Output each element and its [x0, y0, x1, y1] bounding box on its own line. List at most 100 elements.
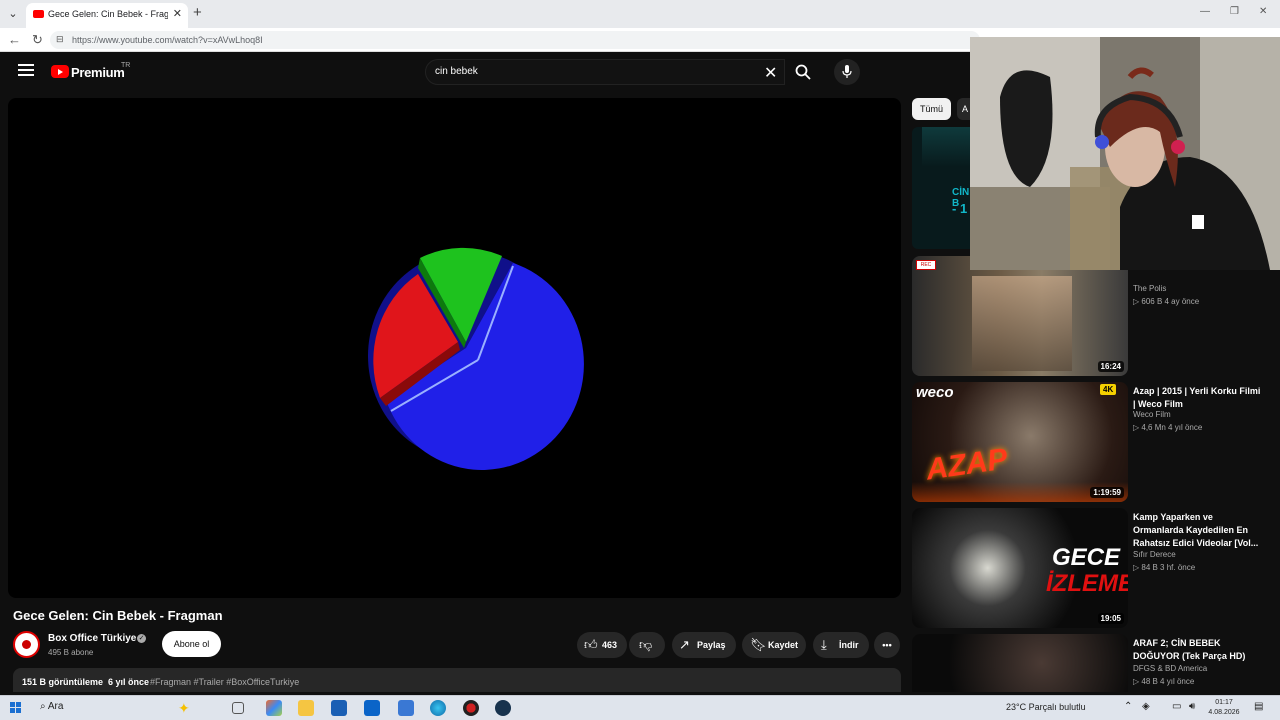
description-box[interactable]: 151 B görüntüleme 6 yıl önce #Fragman #T… — [13, 668, 901, 692]
like-button[interactable]: 👍︎ 463 — [577, 632, 627, 658]
youtube-logo-icon[interactable] — [51, 65, 69, 78]
search-input[interactable]: cin bebek ✕ — [425, 59, 785, 85]
download-button[interactable]: ⤓ İndir — [813, 632, 869, 658]
video-title: Gece Gelen: Cin Bebek - Fragman — [13, 608, 223, 623]
pie-chart-graphic — [368, 247, 584, 470]
chip-all[interactable]: Tümü — [912, 98, 951, 120]
recommendation-channel[interactable]: The Polis — [1133, 284, 1166, 293]
maximize-icon[interactable]: ❐ — [1230, 6, 1239, 17]
recommendation-channel[interactable]: Sıfır Derece — [1133, 550, 1176, 559]
recommendation-title[interactable]: Kamp Yaparken ve Ormanlarda Kaydedilen E… — [1133, 511, 1263, 550]
youtube-header: Premium TR cin bebek ✕ — [0, 52, 970, 94]
clear-search-icon[interactable]: ✕ — [764, 63, 777, 83]
share-arrow-icon: ↗ — [679, 637, 690, 652]
task-view-icon[interactable] — [232, 702, 244, 714]
tab-close-icon[interactable]: ✕ — [173, 7, 182, 20]
thumb-text: AZAP — [924, 442, 1010, 487]
copilot-sparkle-icon[interactable]: ✦ — [178, 700, 194, 716]
microphone-icon[interactable] — [834, 59, 860, 85]
video-duration: 1:19:59 — [1090, 487, 1124, 498]
recommendation-title[interactable]: ARAF 2; CİN BEBEK DOĞUYOR (Tek Parça HD) — [1133, 637, 1263, 663]
network-icon[interactable]: ▭ — [1172, 701, 1181, 712]
more-options-icon[interactable]: ••• — [874, 632, 900, 658]
subscribe-button[interactable]: Abone ol — [162, 631, 221, 657]
tab-list-chevron-icon[interactable]: ⌄ — [4, 5, 22, 23]
notification-icon[interactable]: ▤ — [1254, 701, 1263, 712]
recommendation-item[interactable]: GECE İZLEME 19:05 Kamp Yaparken ve Orman… — [912, 508, 1280, 628]
tab-title: Gece Gelen: Cin Bebek - Fragman — [48, 9, 168, 19]
subscriber-count: 495 B abone — [48, 648, 94, 657]
copilot-icon[interactable] — [266, 700, 282, 716]
video-duration: 19:05 — [1097, 613, 1124, 624]
logo-text[interactable]: Premium — [71, 65, 125, 80]
taskbar-search-label: Ara — [47, 701, 64, 712]
recommendation-thumbnail[interactable]: REC 16:24 — [912, 256, 1128, 376]
browser-tab[interactable]: Gece Gelen: Cin Bebek - Fragman ✕ — [26, 3, 188, 28]
thumb-brand: weco — [916, 384, 954, 401]
windows-taskbar: ⌕ Ara ✦ 23°C Parçalı bulutlu ⌃ ◈ ▭ 🔊︎ 01… — [0, 695, 1280, 720]
recommendation-thumbnail[interactable]: weco 4K AZAP 1:19:59 — [912, 382, 1128, 502]
thumb-text-2: İZLEME — [1046, 570, 1128, 597]
recommendation-meta: ▷ 48 B 4 yıl önce — [1133, 677, 1195, 686]
window-close-icon[interactable]: ✕ — [1259, 6, 1267, 17]
recommendation-thumbnail[interactable] — [912, 634, 1128, 692]
recommendation-item[interactable]: weco 4K AZAP 1:19:59 Azap | 2015 | Yerli… — [912, 382, 1280, 502]
recommendation-title[interactable]: Azap | 2015 | Yerli Korku Filmi | Weco F… — [1133, 385, 1263, 411]
share-button[interactable]: ↗ Paylaş — [672, 632, 736, 658]
recommendation-meta: ▷ 84 B 3 hf. önce — [1133, 563, 1196, 572]
recommendation-channel[interactable]: DFGS & BD America — [1133, 664, 1207, 673]
clock-date: 4.08.2026 — [1208, 709, 1240, 716]
app-icon[interactable] — [398, 700, 414, 716]
minimize-icon[interactable]: — — [1200, 6, 1210, 17]
taskbar-clock[interactable]: 01:17 4.08.2026 — [1206, 698, 1242, 718]
channel-avatar[interactable] — [13, 631, 40, 658]
weather-widget[interactable]: 23°C Parçalı bulutlu — [1006, 702, 1086, 712]
dislike-button[interactable]: 👎︎ — [629, 632, 665, 658]
like-count: 463 — [602, 640, 618, 650]
4k-badge: 4K — [1100, 384, 1117, 395]
plus-icon[interactable]: + — [193, 4, 202, 21]
hashtags[interactable]: #Fragman #Trailer #BoxOfficeTurkiye — [150, 677, 299, 687]
youtube-favicon-icon — [33, 10, 44, 18]
chrome-icon[interactable] — [463, 700, 479, 716]
recommendation-item[interactable]: ARAF 2; CİN BEBEK DOĞUYOR (Tek Parça HD)… — [912, 634, 1280, 692]
browser-tab-bar: ⌄ Gece Gelen: Cin Bebek - Fragman ✕ + — … — [0, 0, 1280, 28]
recommendation-meta: ▷ 606 B 4 ay önce — [1133, 297, 1200, 306]
save-button[interactable]: 🔖︎ Kaydet — [742, 632, 806, 658]
search-value: cin bebek — [435, 66, 478, 77]
recommendation-item[interactable]: REC 16:24 Bir Ritüelle Karşılaşıyor The … — [912, 256, 1280, 376]
tray-app-icon[interactable]: ◈ — [1142, 701, 1150, 712]
outlook-icon[interactable] — [364, 700, 380, 716]
file-explorer-icon[interactable] — [298, 700, 314, 716]
recommendation-thumbnail[interactable]: GECE İZLEME 19:05 — [912, 508, 1128, 628]
site-info-icon[interactable]: ⊟ — [56, 34, 64, 45]
thumbs-up-icon: 👍︎ — [584, 637, 598, 652]
share-label: Paylaş — [697, 640, 726, 650]
edge-icon[interactable] — [430, 700, 446, 716]
video-duration: 16:24 — [1097, 361, 1124, 372]
thumb-text-1: GECE — [1052, 544, 1121, 571]
volume-icon[interactable]: 🔊︎ — [1189, 701, 1195, 712]
taskbar-search[interactable]: ⌕ Ara — [40, 701, 63, 712]
search-icon[interactable] — [786, 59, 820, 85]
url-field[interactable]: ⊟ https://www.youtube.com/watch?v=xAVwLh… — [50, 31, 980, 49]
webcam-overlay — [970, 37, 1280, 270]
verified-check-icon: ✓ — [137, 634, 146, 643]
back-arrow-icon[interactable]: ← — [8, 32, 21, 47]
recommendation-thumbnail-top[interactable]: CİN B - 1 — [912, 127, 970, 249]
download-icon: ⤓ — [821, 637, 827, 652]
clock-time: 01:17 — [1215, 699, 1233, 706]
channel-name[interactable]: Box Office Türkiye — [48, 633, 136, 644]
hamburger-menu-icon[interactable] — [18, 64, 34, 78]
reload-icon[interactable]: ↻ — [32, 32, 43, 48]
chip-next[interactable]: A — [957, 98, 971, 120]
video-player[interactable] — [8, 98, 901, 598]
tray-chevron-icon[interactable]: ⌃ — [1124, 701, 1132, 712]
recommendation-channel[interactable]: Weco Film — [1133, 410, 1171, 419]
windows-start-icon[interactable] — [10, 702, 22, 714]
bookmark-icon: 🔖︎ — [750, 637, 767, 652]
save-label: Kaydet — [768, 640, 799, 650]
view-count: 151 B görüntüleme 6 yıl önce — [22, 677, 150, 687]
store-icon[interactable] — [331, 700, 347, 716]
steam-icon[interactable] — [495, 700, 511, 716]
